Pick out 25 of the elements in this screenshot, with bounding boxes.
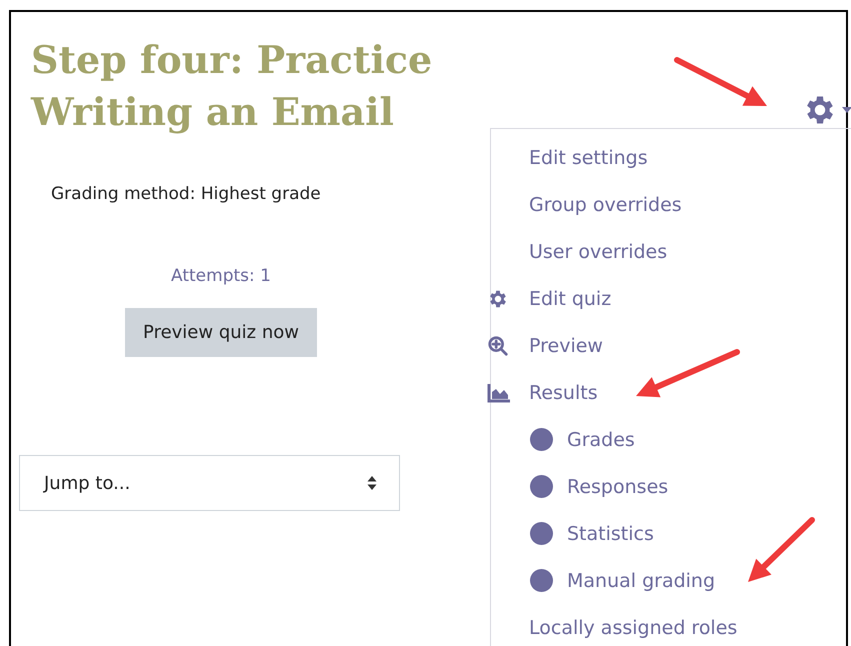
grading-method: Grading method: Highest grade bbox=[51, 184, 322, 204]
jump-select[interactable]: Jump to... bbox=[19, 455, 400, 511]
menu-item[interactable]: Group overrides bbox=[491, 181, 851, 228]
attempts-link[interactable]: Attempts: 1 bbox=[31, 266, 411, 286]
menu-item[interactable]: User overrides bbox=[491, 228, 851, 275]
bullet-icon bbox=[530, 569, 553, 592]
bullet-icon bbox=[530, 475, 553, 498]
menu-item[interactable]: Results bbox=[491, 369, 851, 416]
bullet-icon bbox=[530, 522, 553, 545]
caret-icon bbox=[842, 107, 851, 113]
arrow bbox=[748, 517, 815, 582]
menu-item[interactable]: Locally assigned roles bbox=[491, 604, 851, 646]
bullet-icon bbox=[530, 428, 553, 451]
menu-item[interactable]: Statistics bbox=[491, 510, 851, 557]
area-chart-icon bbox=[487, 382, 511, 402]
menu-item[interactable]: Responses bbox=[491, 463, 851, 510]
menu-item[interactable]: Edit quiz bbox=[491, 275, 851, 322]
sort-icon bbox=[367, 475, 377, 491]
preview-button[interactable]: Preview quiz now bbox=[125, 308, 317, 357]
menu-item[interactable]: Manual grading bbox=[491, 557, 851, 604]
zoom-in-icon bbox=[487, 334, 509, 356]
menu-item[interactable]: Edit settings bbox=[491, 134, 851, 181]
menu-item[interactable]: Preview bbox=[491, 322, 851, 369]
menu-item[interactable]: Grades bbox=[491, 416, 851, 463]
page-title: Step four: Practice Writing an Email bbox=[31, 36, 434, 136]
